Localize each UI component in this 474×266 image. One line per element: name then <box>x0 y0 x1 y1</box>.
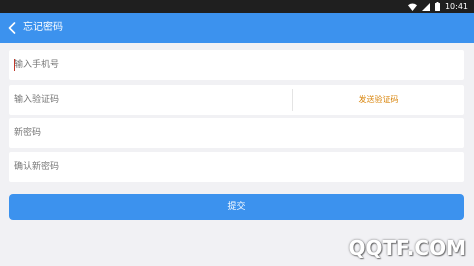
verification-code-field[interactable]: 发送验证码 <box>9 85 464 115</box>
wifi-icon <box>407 3 417 11</box>
status-time: 10:41 <box>444 2 468 11</box>
send-code-button[interactable]: 发送验证码 <box>293 85 464 115</box>
status-bar: 10:41 <box>0 0 474 13</box>
signal-icon <box>421 2 430 11</box>
status-icons: 10:41 <box>407 0 468 13</box>
confirm-password-field[interactable] <box>9 152 464 182</box>
text-cursor <box>14 59 15 71</box>
header: 忘记密码 <box>0 13 474 43</box>
page-title: 忘记密码 <box>23 22 63 33</box>
phone-field[interactable] <box>9 50 464 80</box>
submit-button[interactable]: 提交 <box>9 194 464 220</box>
verification-code-input[interactable] <box>9 85 292 115</box>
chevron-left-icon <box>8 19 16 38</box>
new-password-field[interactable] <box>9 118 464 148</box>
phone-input[interactable] <box>9 50 464 80</box>
back-button[interactable] <box>4 19 20 37</box>
confirm-password-input[interactable] <box>9 152 464 182</box>
watermark: QQTF.COM <box>348 236 466 260</box>
new-password-input[interactable] <box>9 118 464 148</box>
battery-icon <box>434 2 440 11</box>
